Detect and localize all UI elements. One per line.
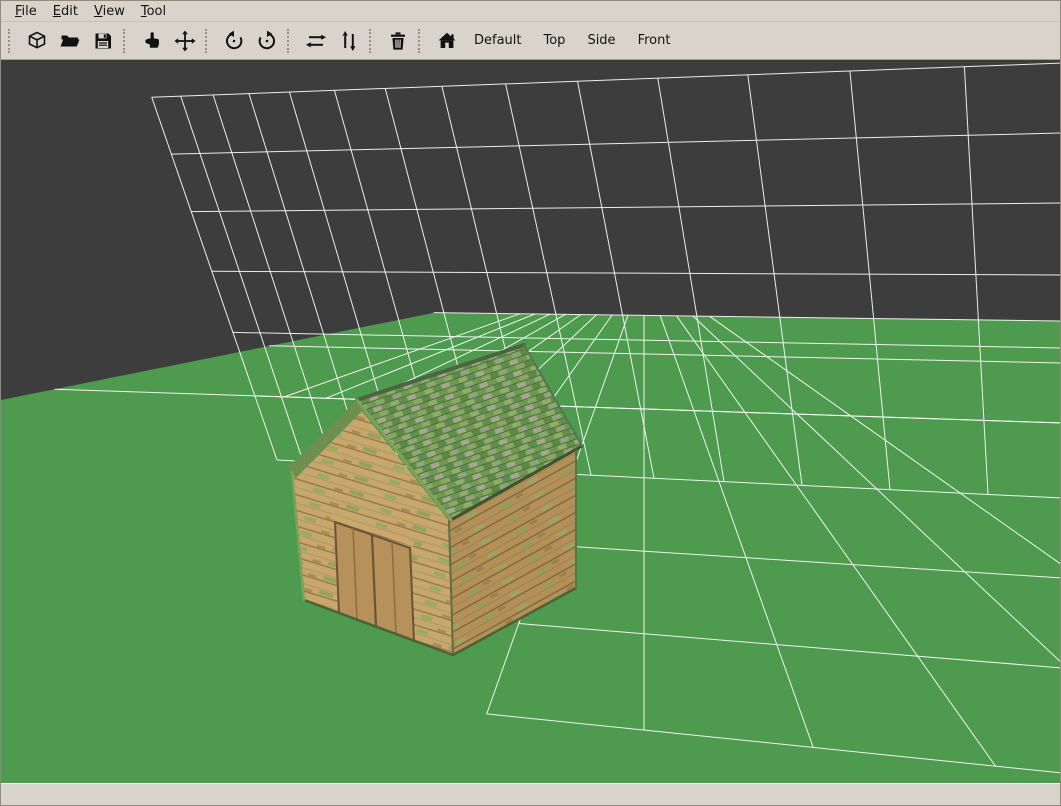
rotate-cw-icon (256, 30, 278, 52)
trash-icon (387, 30, 409, 52)
view-side-button[interactable]: Side (576, 28, 626, 53)
hand-icon (141, 30, 163, 52)
save-icon (92, 30, 114, 52)
menu-bar: File Edit View Tool (1, 1, 1060, 22)
view-top-button[interactable]: Top (533, 28, 577, 53)
menu-file[interactable]: File (7, 3, 45, 20)
swap-horizontal-icon (305, 30, 327, 52)
open-folder-icon (59, 30, 81, 52)
save-button[interactable] (86, 25, 119, 56)
select-button[interactable] (135, 25, 168, 56)
delete-button[interactable] (381, 25, 414, 56)
menu-view[interactable]: View (86, 3, 133, 20)
toolbar-grip (123, 29, 129, 53)
swap-vertical-icon (338, 30, 360, 52)
rotate-ccw-icon (223, 30, 245, 52)
rotate-cw-button[interactable] (250, 25, 283, 56)
flip-horizontal-button[interactable] (299, 25, 332, 56)
flip-vertical-button[interactable] (332, 25, 365, 56)
move-icon (174, 30, 196, 52)
rotate-ccw-button[interactable] (217, 25, 250, 56)
open-button[interactable] (53, 25, 86, 56)
toolbar-grip (369, 29, 375, 53)
home-icon (436, 30, 458, 52)
menu-tool[interactable]: Tool (133, 3, 174, 20)
toolbar-grip (418, 29, 424, 53)
status-bar (1, 783, 1060, 805)
new-model-button[interactable] (20, 25, 53, 56)
toolbar-grip (287, 29, 293, 53)
toolbar-grip (8, 29, 14, 53)
view-default-button[interactable]: Default (463, 28, 533, 53)
home-view-button[interactable] (430, 25, 463, 56)
move-button[interactable] (168, 25, 201, 56)
menu-edit[interactable]: Edit (45, 3, 86, 20)
view-front-button[interactable]: Front (627, 28, 682, 53)
toolbar-grip (205, 29, 211, 53)
viewport-3d[interactable] (1, 60, 1060, 783)
app-window: File Edit View Tool (0, 0, 1061, 806)
toolbar: Default Top Side Front (1, 22, 1060, 60)
cube-icon (26, 30, 48, 52)
scene-canvas[interactable] (1, 60, 1060, 783)
